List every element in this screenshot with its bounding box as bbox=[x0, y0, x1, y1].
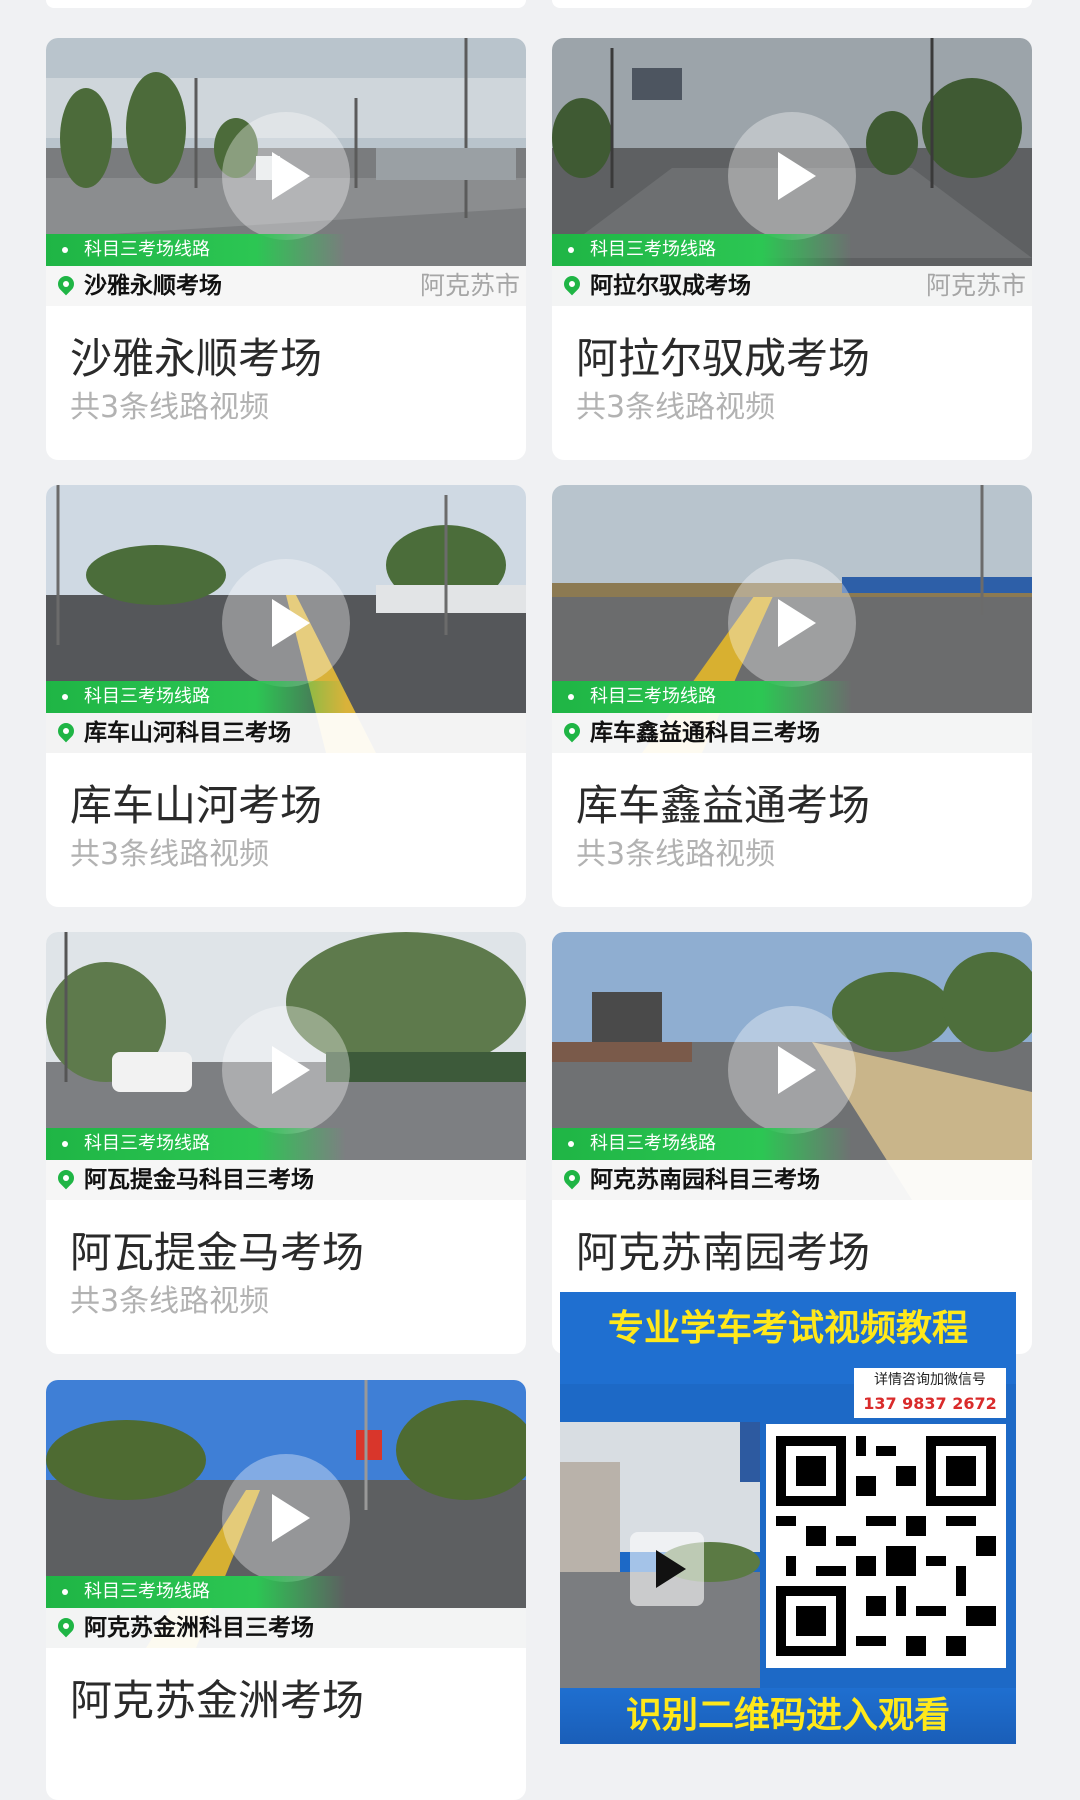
location-name: 沙雅永顺考场 bbox=[84, 273, 222, 299]
venue-card[interactable]: 科目三考场线路 阿克苏金洲科目三考场 阿克苏金洲考场 bbox=[46, 1380, 526, 1800]
location-city: 阿克苏市 bbox=[925, 271, 1026, 300]
route-tag: 科目三考场线路 bbox=[46, 1128, 346, 1160]
venue-card[interactable]: 科目三考场线路 库车山河科目三考场 库车山河考场 共3条线路视频 bbox=[46, 485, 526, 907]
venue-card[interactable]: 科目三考场线路 阿克苏南园科目三考场 阿克苏南园考场 bbox=[552, 932, 1032, 1354]
video-thumbnail[interactable]: 科目三考场线路 阿克苏南园科目三考场 bbox=[552, 932, 1032, 1200]
location-pin-icon bbox=[54, 1614, 78, 1638]
video-thumbnail[interactable]: 科目三考场线路 阿瓦提金马科目三考场 bbox=[46, 932, 526, 1200]
location-bar: 阿瓦提金马科目三考场 bbox=[46, 1160, 526, 1200]
location-pin-icon bbox=[54, 719, 78, 743]
location-name: 阿拉尔驭成考场 bbox=[590, 273, 751, 299]
venue-subtitle: 共3条线路视频 bbox=[70, 1284, 270, 1319]
play-button[interactable] bbox=[728, 1006, 856, 1134]
venue-title: 沙雅永顺考场 bbox=[70, 334, 323, 383]
location-bar: 沙雅永顺考场 阿克苏市 bbox=[46, 266, 526, 306]
video-thumbnail[interactable]: 科目三考场线路 库车鑫益通科目三考场 bbox=[552, 485, 1032, 753]
promo-ad-banner[interactable]: 专业学车考试视频教程 详情咨询加微信号 137 9837 2672 识别二维码进… bbox=[560, 1292, 1016, 1744]
venue-subtitle: 共3条线路视频 bbox=[70, 837, 270, 872]
location-name: 阿克苏南园科目三考场 bbox=[590, 1167, 820, 1193]
ad-play-button[interactable] bbox=[630, 1532, 704, 1606]
play-button[interactable] bbox=[222, 112, 350, 240]
card-info: 沙雅永顺考场 共3条线路视频 bbox=[46, 306, 526, 428]
location-name: 阿克苏金洲科目三考场 bbox=[84, 1615, 314, 1641]
location-bar: 阿克苏金洲科目三考场 bbox=[46, 1608, 526, 1648]
venue-title: 库车鑫益通考场 bbox=[576, 781, 871, 830]
play-button[interactable] bbox=[728, 559, 856, 687]
route-tag: 科目三考场线路 bbox=[46, 234, 346, 266]
video-thumbnail[interactable]: 科目三考场线路 阿克苏金洲科目三考场 bbox=[46, 1380, 526, 1648]
location-name: 库车山河科目三考场 bbox=[84, 720, 291, 746]
previous-card-edge bbox=[552, 0, 1032, 8]
location-bar: 库车鑫益通科目三考场 bbox=[552, 713, 1032, 753]
ad-contact-box: 详情咨询加微信号 137 9837 2672 bbox=[854, 1368, 1006, 1418]
qr-code-image[interactable] bbox=[766, 1424, 1006, 1668]
card-info: 库车鑫益通考场 共3条线路视频 bbox=[552, 753, 1032, 875]
card-info: 阿拉尔驭成考场 共3条线路视频 bbox=[552, 306, 1032, 428]
card-info: 阿克苏南园考场 bbox=[552, 1200, 1032, 1278]
location-pin-icon bbox=[54, 1166, 78, 1190]
location-bar: 阿拉尔驭成考场 阿克苏市 bbox=[552, 266, 1032, 306]
route-tag: 科目三考场线路 bbox=[46, 681, 346, 713]
venue-card[interactable]: 科目三考场线路 阿拉尔驭成考场 阿克苏市 阿拉尔驭成考场 共3条线路视频 bbox=[552, 38, 1032, 460]
route-tag: 科目三考场线路 bbox=[552, 234, 852, 266]
venue-title: 阿瓦提金马考场 bbox=[70, 1228, 365, 1277]
route-tag: 科目三考场线路 bbox=[552, 1128, 852, 1160]
location-name: 库车鑫益通科目三考场 bbox=[590, 720, 820, 746]
venue-card[interactable]: 科目三考场线路 沙雅永顺考场 阿克苏市 沙雅永顺考场 共3条线路视频 bbox=[46, 38, 526, 460]
ad-footer-text: 识别二维码进入观看 bbox=[560, 1688, 1016, 1744]
route-tag: 科目三考场线路 bbox=[46, 1576, 346, 1608]
venue-subtitle: 共3条线路视频 bbox=[576, 837, 776, 872]
location-pin-icon bbox=[54, 272, 78, 296]
venue-subtitle: 共3条线路视频 bbox=[70, 390, 270, 425]
venue-subtitle: 共3条线路视频 bbox=[576, 390, 776, 425]
exam-venue-grid: 科目三考场线路 沙雅永顺考场 阿克苏市 沙雅永顺考场 共3条线路视频 科目三考场… bbox=[0, 0, 1080, 1800]
venue-card[interactable]: 科目三考场线路 库车鑫益通科目三考场 库车鑫益通考场 共3条线路视频 bbox=[552, 485, 1032, 907]
venue-title: 库车山河考场 bbox=[70, 781, 323, 830]
video-thumbnail[interactable]: 科目三考场线路 库车山河科目三考场 bbox=[46, 485, 526, 753]
play-button[interactable] bbox=[728, 112, 856, 240]
card-info: 阿瓦提金马考场 共3条线路视频 bbox=[46, 1200, 526, 1322]
venue-title: 阿克苏南园考场 bbox=[576, 1228, 871, 1277]
location-bar: 阿克苏南园科目三考场 bbox=[552, 1160, 1032, 1200]
location-pin-icon bbox=[560, 272, 584, 296]
venue-title: 阿克苏金洲考场 bbox=[70, 1676, 365, 1725]
ad-phone-number: 137 9837 2672 bbox=[863, 1394, 997, 1413]
location-city: 阿克苏市 bbox=[419, 271, 520, 300]
location-name: 阿瓦提金马科目三考场 bbox=[84, 1167, 314, 1193]
venue-title: 阿拉尔驭成考场 bbox=[576, 334, 871, 383]
route-tag: 科目三考场线路 bbox=[552, 681, 852, 713]
ad-contact-label: 详情咨询加微信号 bbox=[874, 1372, 986, 1388]
previous-card-edge bbox=[46, 0, 526, 8]
video-thumbnail[interactable]: 科目三考场线路 阿拉尔驭成考场 阿克苏市 bbox=[552, 38, 1032, 306]
play-button[interactable] bbox=[222, 1006, 350, 1134]
card-info: 库车山河考场 共3条线路视频 bbox=[46, 753, 526, 875]
location-pin-icon bbox=[560, 719, 584, 743]
play-button[interactable] bbox=[222, 1454, 350, 1582]
venue-card[interactable]: 科目三考场线路 阿瓦提金马科目三考场 阿瓦提金马考场 共3条线路视频 bbox=[46, 932, 526, 1354]
video-thumbnail[interactable]: 科目三考场线路 沙雅永顺考场 阿克苏市 bbox=[46, 38, 526, 306]
location-pin-icon bbox=[560, 1166, 584, 1190]
card-info: 阿克苏金洲考场 bbox=[46, 1648, 526, 1726]
location-bar: 库车山河科目三考场 bbox=[46, 713, 526, 753]
play-button[interactable] bbox=[222, 559, 350, 687]
